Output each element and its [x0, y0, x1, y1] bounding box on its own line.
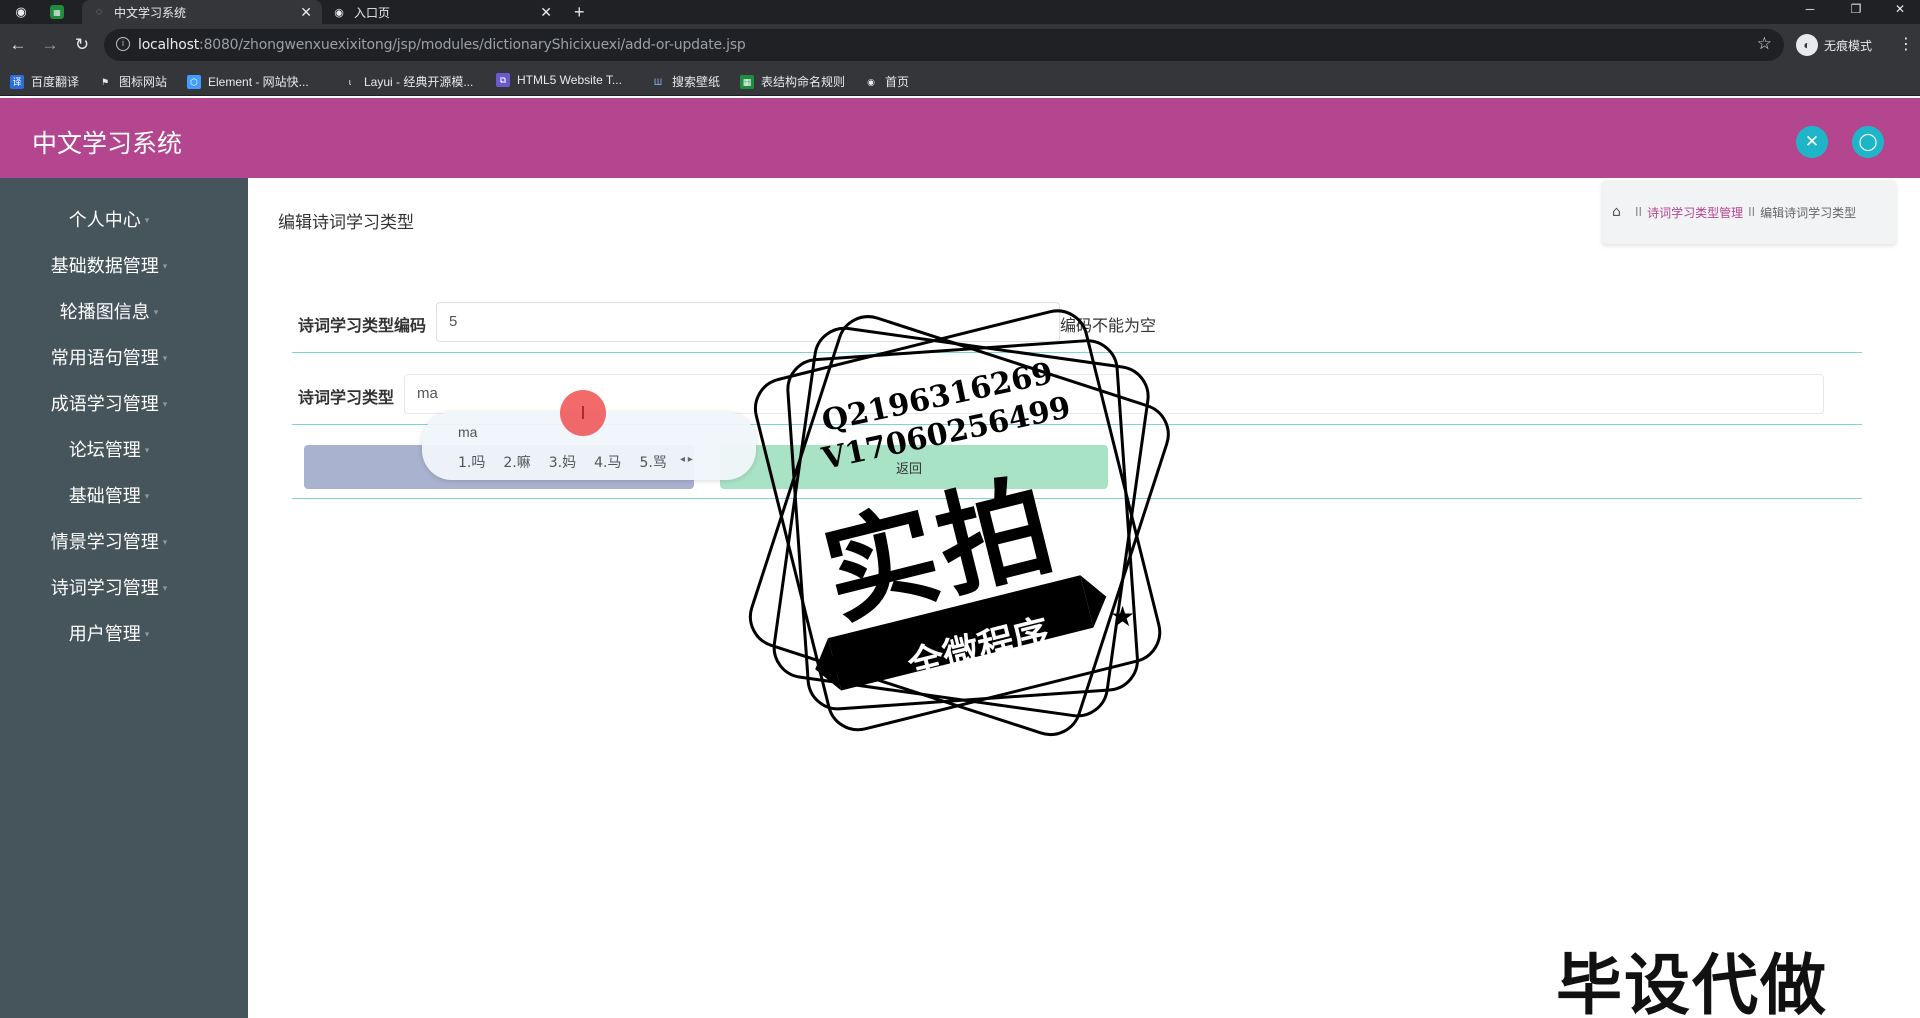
caret-down-icon: ▾ [162, 538, 168, 548]
sidebar: 个人中心 ▾ 基础数据管理 ▾ 轮播图信息 ▾ 常用语句管理 ▾ 成语学习管理 ▾ 论坛管… [0, 178, 248, 1018]
sidebar-item-basic-data[interactable]: 基础数据管理 ▾ [0, 244, 218, 290]
incognito-indicator[interactable]: ◐ 无痕模式 [1796, 33, 1872, 57]
ime-page-arrows-icon[interactable]: ◂ ▸ [680, 454, 693, 465]
bookmark-item[interactable]: Ш 搜索壁纸 [651, 73, 720, 90]
tab-entry-page[interactable]: ◉ 入口页 ✕ [322, 0, 562, 24]
sidebar-item-basic-management[interactable]: 基础管理 ▾ [0, 474, 218, 520]
svg-text:★: ★ [1110, 601, 1135, 632]
incognito-label: 无痕模式 [1824, 38, 1873, 53]
code-label: 诗词学习类型编码 [298, 316, 427, 335]
bookmark-item[interactable]: 译百度翻译 [10, 73, 79, 90]
tab-chinese-learning[interactable]: ◌ 中文学习系统 ✕ [82, 0, 322, 24]
browser-app-icon[interactable]: ◉ [12, 3, 30, 21]
browser-tab-bar: ◉ ▦ ◌ 中文学习系统 ✕ ◉ 入口页 ✕ + ─ ❐ ✕ [0, 0, 1920, 24]
forward-arrow-icon[interactable]: → [40, 35, 60, 55]
translate-icon: 译 [10, 74, 24, 89]
ime-composition: ma [458, 424, 478, 440]
bookmark-star-icon[interactable]: ☆ [1757, 34, 1772, 54]
breadcrumb: ⌂ II 诗词学习类型管理 II 编辑诗词学习类型 [1602, 180, 1896, 244]
site-info-icon[interactable]: i [116, 37, 130, 51]
bookmark-item[interactable]: ▦ 表结构命名规则 [740, 73, 845, 90]
ime-candidate[interactable]: 3.妈 [549, 452, 576, 472]
tab-label: 入口页 [354, 5, 391, 20]
sidebar-item-users[interactable]: 用户管理 ▾ [0, 612, 218, 658]
caret-down-icon: ▾ [144, 446, 150, 456]
caret-down-icon: ▾ [144, 216, 150, 226]
bookmark-item[interactable]: ɩ Layui - 经典开源模... [343, 73, 473, 90]
type-label: 诗词学习类型 [298, 388, 395, 407]
caret-down-icon: ▾ [162, 584, 168, 594]
new-tab-button[interactable]: + [574, 0, 585, 24]
restore-icon[interactable]: ❐ [1836, 0, 1876, 20]
element-icon: ⬡ [187, 74, 201, 89]
browser-menu-icon[interactable]: ⋮ [1898, 34, 1914, 54]
incognito-icon: ◐ [1796, 34, 1818, 56]
svg-text:★: ★ [820, 650, 845, 681]
address-toolbar: ← → ↻ i localhost:8080/zhongwenxuexixito… [0, 24, 1920, 66]
sidebar-item-personal-center[interactable]: 个人中心 ▾ [0, 198, 218, 244]
sheet-icon: ▦ [740, 74, 754, 89]
close-window-icon[interactable]: ✕ [1880, 0, 1920, 20]
minimize-icon[interactable]: ─ [1790, 0, 1830, 20]
app-title: 中文学习系统 [32, 129, 183, 158]
wallpaper-icon: Ш [653, 76, 663, 87]
globe-icon: ◉ [867, 76, 875, 87]
page-title: 编辑诗词学习类型 [278, 213, 414, 233]
tab-label: 中文学习系统 [114, 5, 187, 20]
page-favicon-icon: ◌ [95, 6, 103, 18]
url-bar[interactable]: i localhost:8080/zhongwenxuexixitong/jsp… [104, 29, 1784, 61]
cursor-highlight: I [560, 390, 606, 436]
caret-down-icon: ▾ [153, 308, 159, 318]
bookmark-item[interactable]: ◉ 首页 [864, 73, 909, 90]
watermark-stamp: ★ ★ Q2196316269 V17060256499 实拍 全微程序 [720, 290, 1200, 780]
back-arrow-icon[interactable]: ← [8, 35, 28, 55]
flag-icon: ⚑ [100, 76, 110, 87]
sidebar-item-poetry[interactable]: 诗词学习管理 ▾ [0, 566, 218, 612]
caret-down-icon: ▾ [144, 630, 150, 640]
grid-app-icon[interactable]: ▦ [50, 5, 64, 19]
user-icon[interactable]: ◯ [1852, 126, 1884, 158]
fullscreen-icon[interactable]: ✕ [1796, 126, 1828, 158]
breadcrumb-current: 编辑诗词学习类型 [1760, 205, 1857, 220]
sidebar-item-scenario[interactable]: 情景学习管理 ▾ [0, 520, 218, 566]
sidebar-item-common-phrases[interactable]: 常用语句管理 ▾ [0, 336, 218, 382]
bookmark-item[interactable]: ⬡ Element - 网站快... [187, 73, 309, 90]
watermark-corner: 毕设代做 [1556, 947, 1828, 1018]
bookmark-item[interactable]: ⚑ 图标网站 [98, 73, 167, 90]
ime-candidates: 1.吗 2.嘛 3.妈 4.马 5.骂 [458, 452, 667, 472]
caret-down-icon: ▾ [162, 400, 168, 410]
home-icon[interactable]: ⌂ [1612, 205, 1626, 219]
layui-icon: ɩ [349, 76, 351, 87]
close-tab-icon[interactable]: ✕ [540, 4, 552, 21]
app-header: 中文学习系统 ✕ ◯ [0, 98, 1920, 178]
caret-down-icon: ▾ [162, 354, 168, 364]
bookmark-item[interactable]: ⧉ HTML5 Website T... [496, 73, 622, 87]
sidebar-item-idioms[interactable]: 成语学习管理 ▾ [0, 382, 218, 428]
reload-icon[interactable]: ↻ [72, 35, 92, 55]
caret-down-icon: ▾ [162, 262, 168, 272]
breadcrumb-parent[interactable]: 诗词学习类型管理 [1647, 204, 1743, 221]
bookmarks-bar: 译百度翻译 ⚑ 图标网站 ⬡ Element - 网站快... ɩ Layui - 经… [0, 66, 1920, 96]
close-tab-icon[interactable]: ✕ [300, 4, 312, 21]
html5-icon: ⧉ [496, 73, 510, 87]
sidebar-item-forum[interactable]: 论坛管理 ▾ [0, 428, 218, 474]
ime-candidate[interactable]: 4.马 [594, 452, 621, 472]
ime-candidate[interactable]: 1.吗 [458, 452, 485, 472]
globe-icon: ◉ [334, 6, 344, 19]
caret-down-icon: ▾ [144, 492, 150, 502]
sidebar-item-carousel[interactable]: 轮播图信息 ▾ [0, 290, 218, 336]
url-text: localhost:8080/zhongwenxuexixitong/jsp/m… [138, 37, 746, 53]
ime-candidate[interactable]: 5.骂 [639, 452, 666, 472]
ime-candidate[interactable]: 2.嘛 [503, 452, 530, 472]
